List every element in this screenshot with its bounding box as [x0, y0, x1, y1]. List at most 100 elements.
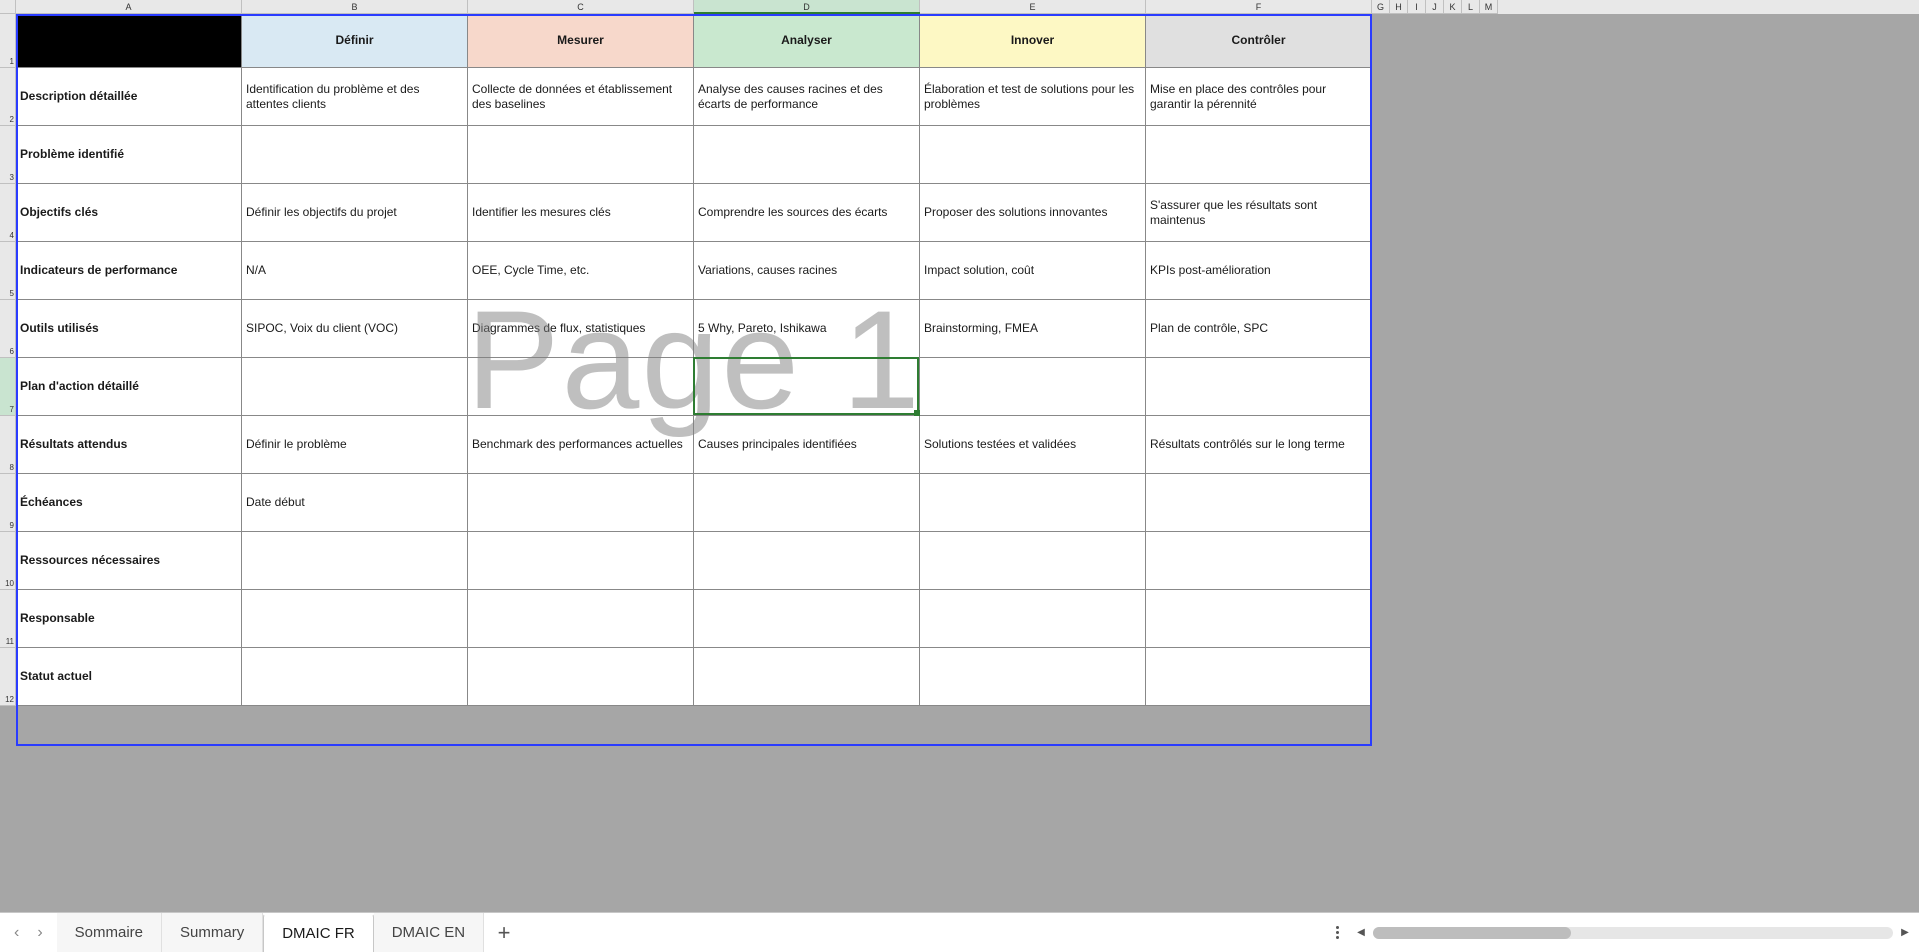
cell-F11[interactable] [1146, 590, 1372, 648]
cell-C3[interactable] [468, 126, 694, 184]
scroll-track[interactable] [1373, 927, 1893, 939]
row-header-4[interactable]: 4 [0, 184, 16, 242]
cell-C10[interactable] [468, 532, 694, 590]
row-header-11[interactable]: 11 [0, 590, 16, 648]
cell-C11[interactable] [468, 590, 694, 648]
cell-C4[interactable]: Identifier les mesures clés [468, 184, 694, 242]
row-header-7[interactable]: 7 [0, 358, 16, 416]
column-header-M[interactable]: M [1480, 0, 1498, 14]
grid-area[interactable]: ABCDEFGHIJKLM 123456789101112 DéfinirMes… [0, 0, 1919, 912]
cell-F12[interactable] [1146, 648, 1372, 706]
add-sheet-button[interactable]: + [484, 913, 524, 952]
cell-E3[interactable] [920, 126, 1146, 184]
row-header-10[interactable]: 10 [0, 532, 16, 590]
sheet-tab-sommaire[interactable]: Sommaire [57, 913, 162, 952]
cell-E4[interactable]: Proposer des solutions innovantes [920, 184, 1146, 242]
cell-B12[interactable] [242, 648, 468, 706]
cell-D2[interactable]: Analyse des causes racines et des écarts… [694, 68, 920, 126]
cell-C5[interactable]: OEE, Cycle Time, etc. [468, 242, 694, 300]
column-header-A[interactable]: A [16, 0, 242, 14]
tab-prev-icon[interactable]: ‹ [14, 924, 19, 942]
scroll-left-button[interactable]: ◀ [1353, 925, 1369, 941]
cell-A4[interactable]: Objectifs clés [16, 184, 242, 242]
cell-A12[interactable]: Statut actuel [16, 648, 242, 706]
scroll-thumb[interactable] [1373, 927, 1571, 939]
column-header-F[interactable]: F [1146, 0, 1372, 14]
row-header-3[interactable]: 3 [0, 126, 16, 184]
cell-C6[interactable]: Diagrammes de flux, statistiques [468, 300, 694, 358]
row-header-6[interactable]: 6 [0, 300, 16, 358]
cell-D7[interactable] [694, 358, 920, 416]
cell-B1[interactable]: Définir [242, 14, 468, 68]
cell-D5[interactable]: Variations, causes racines [694, 242, 920, 300]
cell-A10[interactable]: Ressources nécessaires [16, 532, 242, 590]
cell-A2[interactable]: Description détaillée [16, 68, 242, 126]
column-header-B[interactable]: B [242, 0, 468, 14]
cell-E11[interactable] [920, 590, 1146, 648]
cell-C9[interactable] [468, 474, 694, 532]
sheet-tab-dmaic-fr[interactable]: DMAIC FR [263, 913, 374, 952]
cell-F9[interactable] [1146, 474, 1372, 532]
cell-E8[interactable]: Solutions testées et validées [920, 416, 1146, 474]
cell-D3[interactable] [694, 126, 920, 184]
cell-F4[interactable]: S'assurer que les résultats sont mainten… [1146, 184, 1372, 242]
cell-A1[interactable] [16, 14, 242, 68]
cell-C8[interactable]: Benchmark des performances actuelles [468, 416, 694, 474]
cell-B10[interactable] [242, 532, 468, 590]
column-header-H[interactable]: H [1390, 0, 1408, 14]
column-header-C[interactable]: C [468, 0, 694, 14]
cell-C2[interactable]: Collecte de données et établissement des… [468, 68, 694, 126]
cell-B11[interactable] [242, 590, 468, 648]
row-header-5[interactable]: 5 [0, 242, 16, 300]
column-header-E[interactable]: E [920, 0, 1146, 14]
row-header-12[interactable]: 12 [0, 648, 16, 706]
cell-A6[interactable]: Outils utilisés [16, 300, 242, 358]
cell-D12[interactable] [694, 648, 920, 706]
cell-D10[interactable] [694, 532, 920, 590]
cell-B4[interactable]: Définir les objectifs du projet [242, 184, 468, 242]
cell-C12[interactable] [468, 648, 694, 706]
cell-B9[interactable]: Date début [242, 474, 468, 532]
cell-F5[interactable]: KPIs post-amélioration [1146, 242, 1372, 300]
select-all-corner[interactable] [0, 0, 16, 14]
column-header-J[interactable]: J [1426, 0, 1444, 14]
cell-D11[interactable] [694, 590, 920, 648]
row-header-1[interactable]: 1 [0, 14, 16, 68]
scroll-right-button[interactable]: ▶ [1897, 925, 1913, 941]
cell-D6[interactable]: 5 Why, Pareto, Ishikawa [694, 300, 920, 358]
row-header-2[interactable]: 2 [0, 68, 16, 126]
tab-next-icon[interactable]: › [37, 924, 42, 942]
row-header-9[interactable]: 9 [0, 474, 16, 532]
cell-A7[interactable]: Plan d'action détaillé [16, 358, 242, 416]
column-header-L[interactable]: L [1462, 0, 1480, 14]
horizontal-scrollbar[interactable]: ◀ ▶ [1353, 925, 1913, 941]
sheet-tab-dmaic-en[interactable]: DMAIC EN [374, 913, 484, 952]
column-header-K[interactable]: K [1444, 0, 1462, 14]
cell-F7[interactable] [1146, 358, 1372, 416]
cell-A8[interactable]: Résultats attendus [16, 416, 242, 474]
cell-E10[interactable] [920, 532, 1146, 590]
cell-A9[interactable]: Échéances [16, 474, 242, 532]
cell-F3[interactable] [1146, 126, 1372, 184]
cell-E1[interactable]: Innover [920, 14, 1146, 68]
cell-E7[interactable] [920, 358, 1146, 416]
cell-F8[interactable]: Résultats contrôlés sur le long terme [1146, 416, 1372, 474]
cell-D8[interactable]: Causes principales identifiées [694, 416, 920, 474]
cell-C1[interactable]: Mesurer [468, 14, 694, 68]
cell-E2[interactable]: Élaboration et test de solutions pour le… [920, 68, 1146, 126]
cell-B5[interactable]: N/A [242, 242, 468, 300]
cell-D9[interactable] [694, 474, 920, 532]
cell-B8[interactable]: Définir le problème [242, 416, 468, 474]
cell-B3[interactable] [242, 126, 468, 184]
row-header-8[interactable]: 8 [0, 416, 16, 474]
cell-F10[interactable] [1146, 532, 1372, 590]
cell-F6[interactable]: Plan de contrôle, SPC [1146, 300, 1372, 358]
cell-E9[interactable] [920, 474, 1146, 532]
cell-A5[interactable]: Indicateurs de performance [16, 242, 242, 300]
cell-D1[interactable]: Analyser [694, 14, 920, 68]
cell-B6[interactable]: SIPOC, Voix du client (VOC) [242, 300, 468, 358]
cell-B7[interactable] [242, 358, 468, 416]
cell-D4[interactable]: Comprendre les sources des écarts [694, 184, 920, 242]
sheet-tab-summary[interactable]: Summary [162, 913, 263, 952]
cell-B2[interactable]: Identification du problème et des attent… [242, 68, 468, 126]
